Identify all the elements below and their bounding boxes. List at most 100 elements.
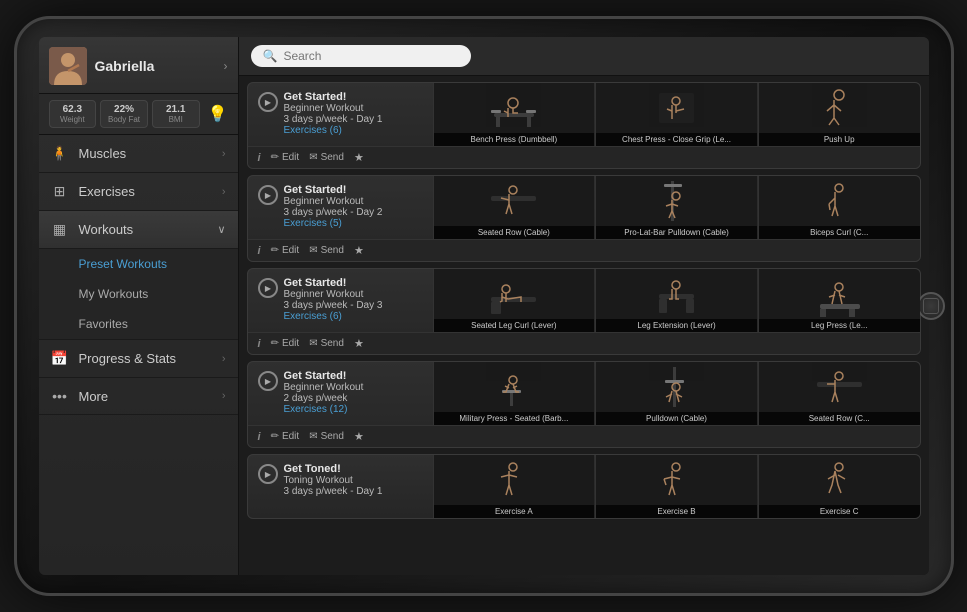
more-icon: ••• [51,388,69,404]
send-icon-2: ✉ [309,338,317,349]
edit-button-0[interactable]: ✏ Edit [271,152,300,163]
star-icon-3[interactable]: ★ [354,430,364,443]
sidebar-item-progress[interactable]: 📅 Progress & Stats › [39,340,238,378]
play-button-3[interactable]: ▶ [258,371,278,391]
card-exercises-2[interactable]: Exercises (6) [284,311,383,322]
thumb-figure-4-0 [434,455,595,505]
edit-icon-1: ✏ [271,245,279,256]
search-input[interactable] [283,49,443,63]
thumb-label-3-1: Pulldown (Cable) [596,412,757,425]
card-actions-2: i ✏ Edit ✉ Send ★ [248,332,920,354]
sidebar-item-exercises[interactable]: ⊞ Exercises › [39,173,238,211]
weight-label: Weight [55,115,91,124]
card-exercises-3[interactable]: Exercises (12) [284,404,364,415]
edit-button-2[interactable]: ✏ Edit [271,338,300,349]
bmi-label: BMI [158,115,194,124]
card-exercises-1[interactable]: Exercises (5) [284,218,383,229]
play-icon-2: ▶ [265,284,271,293]
card-title-2: Get Started! [284,277,383,289]
send-label-0: Send [321,152,344,163]
send-label-2: Send [321,338,344,349]
sidebar-item-workouts[interactable]: ▦ Workouts ∨ [39,211,238,249]
send-button-0[interactable]: ✉ Send [309,152,344,163]
thumb-1-0: Seated Row (Cable) [433,176,595,239]
thumb-label-0-2: Push Up [759,133,920,146]
thumb-figure-1-0 [434,176,595,226]
thumb-0-1: Chest Press - Close Grip (Le... [595,83,757,146]
edit-label-3: Edit [282,431,299,442]
thumb-figure-1-2 [759,176,920,226]
edit-label-1: Edit [282,245,299,256]
exercises-chevron-icon: › [222,186,226,198]
home-button[interactable] [917,292,945,320]
thumb-3-0: Military Press - Seated (Barb... [433,362,595,425]
stats-row: 62.3 Weight 22% Body Fat 21.1 BMI 💡 [39,94,238,135]
thumb-figure-0-0 [434,83,595,133]
edit-icon-0: ✏ [271,152,279,163]
thumb-label-4-2: Exercise C [759,505,920,518]
thumb-label-3-2: Seated Row (C... [759,412,920,425]
play-button-4[interactable]: ▶ [258,464,278,484]
thumb-figure-1-1 [596,176,757,226]
thumb-label-3-0: Military Press - Seated (Barb... [434,412,595,425]
star-icon-1[interactable]: ★ [354,244,364,257]
play-button-2[interactable]: ▶ [258,278,278,298]
favorites-item[interactable]: Favorites [39,309,238,339]
send-button-2[interactable]: ✉ Send [309,338,344,349]
card-main-4: ▶ Get Toned! Toning Workout 3 days p/wee… [248,455,920,518]
card-actions-0: i ✏ Edit ✉ Send ★ [248,146,920,168]
info-icon-2[interactable]: i [258,338,261,350]
my-workouts-item[interactable]: My Workouts [39,279,238,309]
thumb-4-0: Exercise A [433,455,595,518]
thumb-1-2: Biceps Curl (C... [758,176,920,239]
star-icon-0[interactable]: ★ [354,151,364,164]
bmi-stat: 21.1 BMI [152,100,200,128]
edit-button-3[interactable]: ✏ Edit [271,431,300,442]
info-icon-0[interactable]: i [258,152,261,164]
tablet-screen: Gabriella › 62.3 Weight 22% Body Fat 21.… [39,37,929,575]
thumb-figure-2-1 [596,269,757,319]
send-button-3[interactable]: ✉ Send [309,431,344,442]
workouts-label: Workouts [79,222,208,237]
card-header-1: ▶ Get Started! Beginner Workout 3 days p… [258,184,423,229]
sidebar-item-more[interactable]: ••• More › [39,378,238,415]
info-icon-3[interactable]: i [258,431,261,443]
more-chevron-icon: › [222,390,226,402]
exercises-label: Exercises [79,184,212,199]
thumb-label-1-0: Seated Row (Cable) [434,226,595,239]
thumb-3-2: Seated Row (C... [758,362,920,425]
thumb-figure-0-1 [596,83,757,133]
thumb-4-2: Exercise C [758,455,920,518]
progress-label: Progress & Stats [79,351,212,366]
tablet-frame: Gabriella › 62.3 Weight 22% Body Fat 21.… [14,16,954,596]
edit-icon-3: ✏ [271,431,279,442]
thumb-figure-2-2 [759,269,920,319]
preset-workouts-item[interactable]: Preset Workouts [39,249,238,279]
play-button-0[interactable]: ▶ [258,92,278,112]
thumb-0-0: Bench Press (Dumbbell) [433,83,595,146]
send-button-1[interactable]: ✉ Send [309,245,344,256]
info-icon-1[interactable]: i [258,245,261,257]
card-subtitle-4: Toning Workout [284,475,383,486]
progress-icon: 📅 [51,350,69,367]
sidebar-item-muscles[interactable]: 🧍 Muscles › [39,135,238,173]
card-header-4: ▶ Get Toned! Toning Workout 3 days p/wee… [258,463,423,497]
card-days-4: 3 days p/week - Day 1 [284,486,383,497]
edit-button-1[interactable]: ✏ Edit [271,245,300,256]
home-button-inner [923,298,939,314]
card-actions-3: i ✏ Edit ✉ Send ★ [248,425,920,447]
bodyfat-label: Body Fat [106,115,142,124]
card-title-1: Get Started! [284,184,383,196]
weight-value: 62.3 [55,104,91,115]
play-icon-1: ▶ [265,191,271,200]
card-exercises-0[interactable]: Exercises (6) [284,125,383,136]
play-icon-3: ▶ [265,377,271,386]
avatar-image [49,47,87,85]
star-icon-2[interactable]: ★ [354,337,364,350]
card-subtitle-0: Beginner Workout [284,103,383,114]
muscles-chevron-icon: › [222,148,226,160]
thumb-4-1: Exercise B [595,455,757,518]
card-text-1: Get Started! Beginner Workout 3 days p/w… [284,184,383,229]
profile-area[interactable]: Gabriella › [39,37,238,94]
play-button-1[interactable]: ▶ [258,185,278,205]
